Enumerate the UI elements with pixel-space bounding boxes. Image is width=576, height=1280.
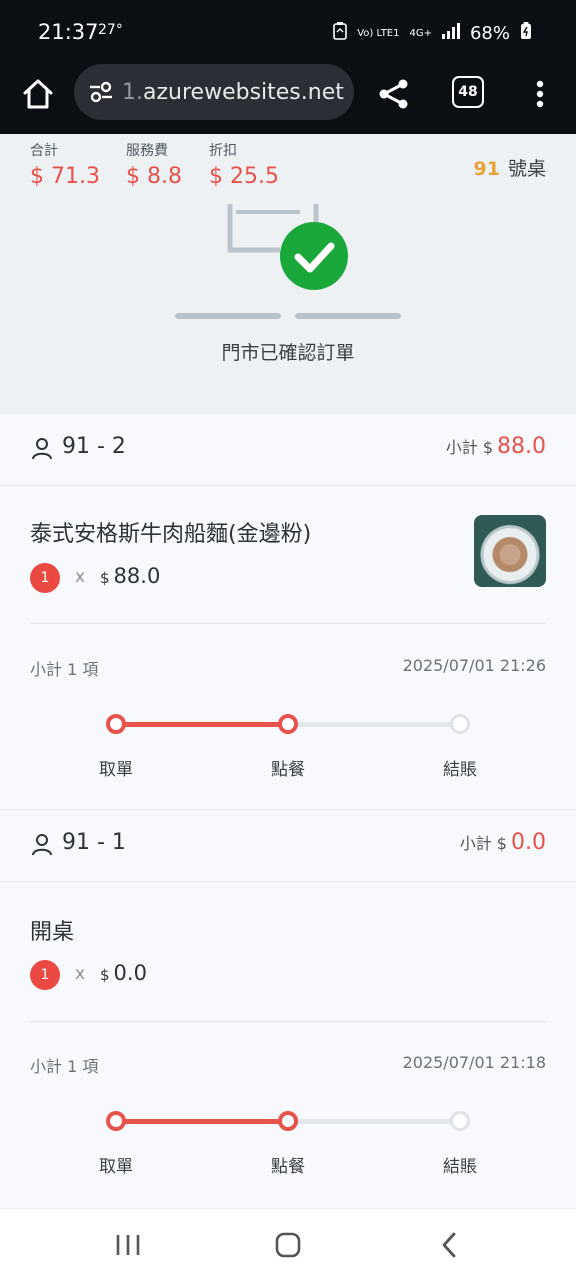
seat-number: 91 - 2 bbox=[62, 434, 126, 459]
home-nav-icon bbox=[275, 1232, 301, 1258]
progress-track-done bbox=[116, 1119, 288, 1124]
table-number: 91 號桌 bbox=[473, 158, 546, 180]
progress-track-done bbox=[116, 722, 288, 727]
clock: 21:37 bbox=[38, 20, 99, 44]
person-icon bbox=[32, 834, 52, 856]
step-label-take-order: 取單 bbox=[99, 760, 133, 780]
step-dot-ordering bbox=[278, 714, 298, 734]
order-progress: 取單 點餐 結賬 bbox=[0, 1108, 576, 1188]
step-dot-checkout bbox=[450, 1111, 470, 1131]
order-subtotal: 小計 $0.0 bbox=[459, 830, 546, 855]
more-vert-icon bbox=[536, 80, 544, 108]
system-indicators: Vo) LTE1 4G+ 68% bbox=[333, 22, 532, 45]
total-value: $ 71.3 bbox=[30, 164, 100, 189]
item-price: $88.0 bbox=[100, 564, 161, 588]
item-photo bbox=[474, 515, 546, 587]
home-nav-button[interactable] bbox=[270, 1229, 306, 1261]
site-settings-icon[interactable] bbox=[86, 77, 116, 107]
times-sign: x bbox=[75, 567, 86, 587]
confirmed-status-text: 門市已確認訂單 bbox=[221, 342, 355, 364]
item-name: 開桌 bbox=[30, 920, 75, 945]
network-indicator: 4G+ bbox=[409, 27, 432, 39]
order-summary: 合計 $ 71.3 服務費 $ 8.8 折扣 $ 25.5 91 號桌 門市已確認… bbox=[0, 134, 576, 414]
order-progress: 取單 點餐 結賬 bbox=[0, 711, 576, 791]
home-icon bbox=[23, 79, 53, 109]
discount-label: 折扣 bbox=[209, 143, 237, 159]
total-label: 合計 bbox=[30, 143, 58, 159]
status-bar: 21:37 27° Vo) LTE1 4G+ 68% bbox=[0, 0, 576, 64]
seat-number: 91 - 1 bbox=[62, 830, 126, 855]
step-label-take-order: 取單 bbox=[99, 1157, 133, 1177]
item-count: 小計 1 項 bbox=[30, 1057, 99, 1076]
divider bbox=[30, 1021, 546, 1022]
home-button[interactable] bbox=[18, 74, 58, 114]
order-header: 91 - 2 小計 $88.0 bbox=[0, 414, 576, 486]
battery-saver-icon bbox=[333, 22, 348, 45]
person-icon bbox=[32, 438, 52, 460]
step-label-ordering: 點餐 bbox=[271, 760, 305, 780]
service-fee-value: $ 8.8 bbox=[126, 164, 182, 189]
item-count: 小計 1 項 bbox=[30, 660, 99, 679]
temperature: 27° bbox=[98, 22, 123, 38]
step-dot-take-order bbox=[106, 1111, 126, 1131]
volte-indicator: Vo) LTE1 bbox=[357, 27, 400, 39]
times-sign: x bbox=[75, 964, 86, 984]
step-dot-take-order bbox=[106, 714, 126, 734]
discount-block: 折扣 $ 25.5 bbox=[209, 140, 279, 189]
back-icon bbox=[442, 1232, 456, 1258]
order-card: 91 - 1 小計 $0.0 開桌 1 x $0.0 小計 1 項 2025/0… bbox=[0, 810, 576, 1208]
quantity-badge: 1 bbox=[30, 960, 60, 990]
browser-toolbar: 1.azurewebsites.net 48 bbox=[0, 64, 576, 134]
order-confirmed-icon bbox=[175, 204, 401, 319]
order-header: 91 - 1 小計 $0.0 bbox=[0, 810, 576, 882]
system-navigation-bar bbox=[0, 1208, 576, 1280]
recent-apps-icon bbox=[116, 1235, 140, 1255]
share-icon bbox=[379, 79, 408, 109]
battery-percent: 68% bbox=[469, 23, 510, 44]
share-button[interactable] bbox=[374, 74, 414, 114]
quantity-badge: 1 bbox=[30, 563, 60, 593]
item-price: $0.0 bbox=[100, 961, 147, 985]
divider bbox=[30, 623, 546, 624]
item-name: 泰式安格斯牛肉船麵(金邊粉) bbox=[30, 522, 312, 547]
tabs-button[interactable]: 48 bbox=[452, 76, 484, 108]
step-label-checkout: 結賬 bbox=[443, 760, 477, 780]
url-text: 1.azurewebsites.net bbox=[122, 79, 344, 105]
total-block: 合計 $ 71.3 bbox=[30, 140, 100, 189]
signal-icon bbox=[441, 23, 460, 44]
order-card: 91 - 2 小計 $88.0 泰式安格斯牛肉船麵(金邊粉) 1 x $88.0… bbox=[0, 414, 576, 810]
order-datetime: 2025/07/01 21:18 bbox=[402, 1053, 546, 1072]
step-label-ordering: 點餐 bbox=[271, 1157, 305, 1177]
step-dot-ordering bbox=[278, 1111, 298, 1131]
progress-track-remaining bbox=[288, 722, 460, 727]
progress-track-remaining bbox=[288, 1119, 460, 1124]
back-button[interactable] bbox=[432, 1229, 468, 1261]
order-subtotal: 小計 $88.0 bbox=[445, 434, 546, 459]
discount-value: $ 25.5 bbox=[209, 164, 279, 189]
service-fee-block: 服務費 $ 8.8 bbox=[126, 140, 182, 189]
battery-icon bbox=[520, 22, 532, 45]
address-bar[interactable]: 1.azurewebsites.net bbox=[74, 64, 354, 120]
step-dot-checkout bbox=[450, 714, 470, 734]
more-menu-button[interactable] bbox=[526, 74, 554, 114]
step-label-checkout: 結賬 bbox=[443, 1157, 477, 1177]
recent-apps-button[interactable] bbox=[110, 1229, 146, 1261]
order-datetime: 2025/07/01 21:26 bbox=[402, 656, 546, 675]
service-fee-label: 服務費 bbox=[126, 143, 168, 159]
